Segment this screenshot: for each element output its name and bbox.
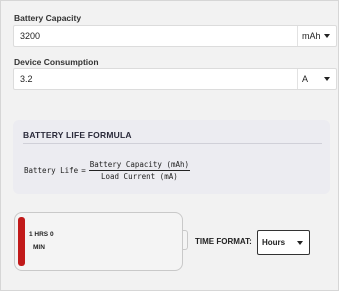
formula-denominator: Load Current (mA) bbox=[100, 172, 178, 181]
formula-card: BATTERY LIFE FORMULA Battery Life = Batt… bbox=[13, 120, 330, 194]
chevron-down-icon bbox=[324, 34, 330, 38]
time-format-value: Hours bbox=[262, 238, 286, 247]
formula-equals: = bbox=[81, 166, 86, 175]
consumption-input[interactable]: 3.2 bbox=[14, 74, 297, 84]
formula-title: BATTERY LIFE FORMULA bbox=[23, 130, 132, 140]
capacity-unit-value: mAh bbox=[302, 31, 321, 41]
capacity-input[interactable]: 3200 bbox=[14, 31, 297, 41]
battery-life-line2: MIN bbox=[33, 243, 45, 251]
battery-terminal bbox=[183, 230, 188, 250]
consumption-field: 3.2 A bbox=[13, 68, 337, 90]
formula-equation: Battery Life = Battery Capacity (mAh) Lo… bbox=[24, 160, 191, 181]
capacity-label: Battery Capacity bbox=[14, 13, 82, 23]
capacity-unit-select[interactable]: mAh bbox=[297, 26, 336, 46]
chevron-down-icon bbox=[324, 77, 330, 81]
battery-life-line1: 1 HRS 0 bbox=[29, 231, 54, 238]
battery-level-fill bbox=[18, 217, 25, 266]
consumption-unit-value: A bbox=[302, 74, 309, 84]
consumption-unit-select[interactable]: A bbox=[297, 69, 336, 89]
chevron-down-icon bbox=[297, 240, 303, 245]
consumption-label: Device Consumption bbox=[14, 57, 99, 67]
time-format-select[interactable]: Hours bbox=[257, 230, 310, 255]
battery-graphic: 1 HRS 0 MIN bbox=[14, 212, 183, 271]
formula-numerator: Battery Capacity (mAh) bbox=[88, 160, 191, 171]
formula-divider bbox=[23, 143, 322, 144]
capacity-field: 3200 mAh bbox=[13, 25, 337, 47]
formula-fraction: Battery Capacity (mAh) Load Current (mA) bbox=[88, 160, 191, 181]
battery-life-readout: 1 HRS 0 MIN bbox=[29, 231, 54, 251]
time-format-label: TIME FORMAT: bbox=[195, 237, 252, 246]
formula-lhs: Battery Life bbox=[24, 166, 79, 175]
